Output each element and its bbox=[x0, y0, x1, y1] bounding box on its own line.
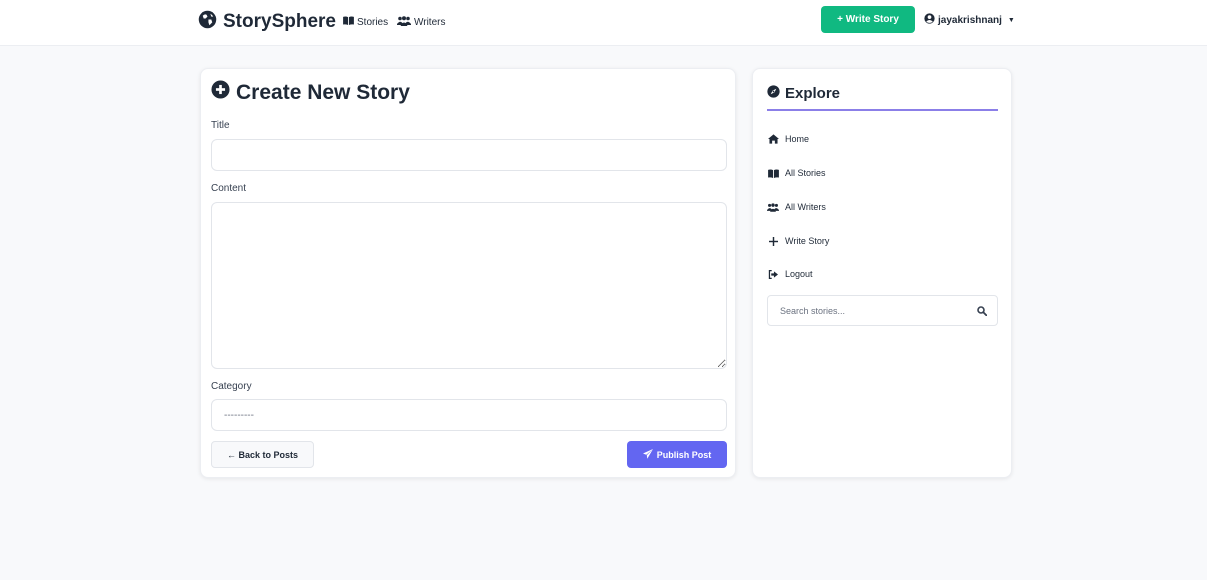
sidebar-item-label: All Writers bbox=[785, 202, 826, 212]
sidebar-item-logout[interactable]: Logout bbox=[767, 267, 813, 281]
user-circle-icon bbox=[924, 13, 935, 27]
back-to-posts-button[interactable]: ← Back to Posts bbox=[211, 441, 314, 468]
write-story-button[interactable]: + Write Story bbox=[821, 6, 915, 33]
explore-title: Explore bbox=[767, 85, 840, 102]
content-textarea[interactable] bbox=[211, 202, 727, 369]
search-input[interactable] bbox=[768, 296, 968, 325]
nav-link-label: Writers bbox=[414, 16, 446, 28]
nav-link-writers[interactable]: Writers bbox=[397, 14, 445, 30]
sidebar-item-all-stories[interactable]: All Stories bbox=[767, 166, 826, 180]
compass-icon bbox=[767, 85, 780, 102]
publish-post-button[interactable]: Publish Post bbox=[627, 441, 727, 468]
home-icon bbox=[767, 134, 779, 144]
user-menu[interactable]: jayakrishnanj ▼ bbox=[924, 12, 1015, 28]
sidebar-item-label: Home bbox=[785, 134, 810, 144]
users-icon bbox=[767, 202, 779, 212]
book-open-icon bbox=[343, 16, 354, 28]
category-selected-value: --------- bbox=[224, 409, 254, 421]
category-label: Category bbox=[211, 381, 252, 392]
caret-down-icon: ▼ bbox=[1007, 16, 1015, 24]
search-form bbox=[767, 295, 998, 326]
category-select[interactable]: --------- bbox=[211, 399, 727, 431]
page-title: Create New Story bbox=[211, 80, 410, 105]
nav-link-label: Stories bbox=[357, 16, 389, 28]
sidebar-item-label: Write Story bbox=[785, 236, 830, 246]
plus-icon bbox=[767, 236, 779, 246]
page-title-text: Create New Story bbox=[236, 80, 410, 104]
explore-title-text: Explore bbox=[785, 85, 841, 102]
create-story-card: Create New Story Title Content Category … bbox=[200, 68, 736, 478]
globe-icon bbox=[198, 10, 217, 35]
users-icon bbox=[397, 15, 411, 29]
explore-divider bbox=[767, 109, 998, 111]
logout-icon bbox=[767, 269, 779, 279]
plus-circle-icon bbox=[211, 80, 230, 105]
sidebar-item-write-story[interactable]: Write Story bbox=[767, 234, 829, 248]
username: jayakrishnanj bbox=[938, 14, 1002, 26]
sidebar-item-label: Logout bbox=[785, 269, 813, 279]
sidebar-item-label: All Stories bbox=[785, 168, 826, 178]
search-icon[interactable] bbox=[975, 304, 989, 318]
book-open-icon bbox=[767, 168, 779, 178]
top-navbar: StorySphere Stories Writers + Write Stor… bbox=[0, 0, 1207, 46]
brand-link[interactable]: StorySphere bbox=[198, 9, 336, 35]
title-label: Title bbox=[211, 120, 230, 131]
content-label: Content bbox=[211, 183, 247, 194]
explore-card: Explore Home All Stories All Writers Wri… bbox=[752, 68, 1012, 478]
paper-plane-icon bbox=[642, 448, 653, 461]
sidebar-item-all-writers[interactable]: All Writers bbox=[767, 200, 826, 214]
publish-label: Publish Post bbox=[656, 449, 712, 460]
brand-name: StorySphere bbox=[223, 11, 336, 32]
title-input[interactable] bbox=[211, 139, 727, 171]
sidebar-item-home[interactable]: Home bbox=[767, 132, 809, 146]
nav-link-stories[interactable]: Stories bbox=[343, 14, 388, 30]
